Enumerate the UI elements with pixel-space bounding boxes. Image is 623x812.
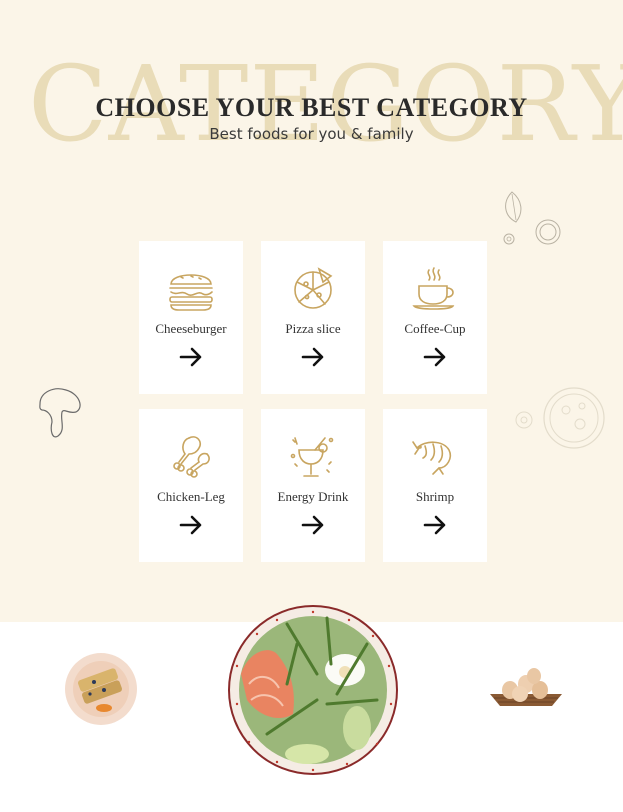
- pizza-decoration-icon: [515, 387, 605, 449]
- category-card-shrimp[interactable]: Shrimp: [383, 409, 487, 562]
- category-card-energy-drink[interactable]: Energy Drink: [261, 409, 365, 562]
- category-label: Chicken-Leg: [157, 489, 225, 504]
- cocktail-icon: [290, 437, 334, 477]
- category-section: CATEGORY CHOOSE YOUR BEST CATEGORY Best …: [0, 0, 623, 622]
- eggs-basket-image: [490, 668, 562, 706]
- arrow-right-icon[interactable]: [423, 515, 447, 535]
- arrow-right-icon[interactable]: [301, 347, 325, 367]
- plate-food-image: [65, 653, 137, 725]
- arrow-right-icon[interactable]: [179, 515, 203, 535]
- category-label: Energy Drink: [277, 489, 349, 504]
- mushroom-decoration-icon: [39, 388, 81, 438]
- arrow-right-icon[interactable]: [179, 347, 203, 367]
- coffee-cup-icon: [412, 267, 455, 310]
- chicken-leg-icon: [173, 436, 210, 478]
- pizza-icon: [294, 267, 333, 309]
- salad-bowl-image: [228, 605, 398, 775]
- burger-icon: [169, 274, 213, 311]
- category-card-cheeseburger[interactable]: Cheeseburger: [139, 241, 243, 394]
- category-label: Coffee-Cup: [404, 321, 466, 336]
- leaf-decoration-icon: [503, 191, 561, 245]
- section-subtitle: Best foods for you & family: [209, 125, 414, 143]
- category-card-coffee-cup[interactable]: Coffee-Cup: [383, 241, 487, 394]
- shrimp-icon: [412, 441, 452, 475]
- category-label: Pizza slice: [285, 321, 341, 336]
- section-title: CHOOSE YOUR BEST CATEGORY: [95, 93, 528, 122]
- category-card-pizza-slice[interactable]: Pizza slice: [261, 241, 365, 394]
- category-label: Cheeseburger: [155, 321, 227, 336]
- category-card-chicken-leg[interactable]: Chicken-Leg: [139, 409, 243, 562]
- category-label: Shrimp: [415, 489, 455, 504]
- arrow-right-icon[interactable]: [423, 347, 447, 367]
- arrow-right-icon[interactable]: [301, 515, 325, 535]
